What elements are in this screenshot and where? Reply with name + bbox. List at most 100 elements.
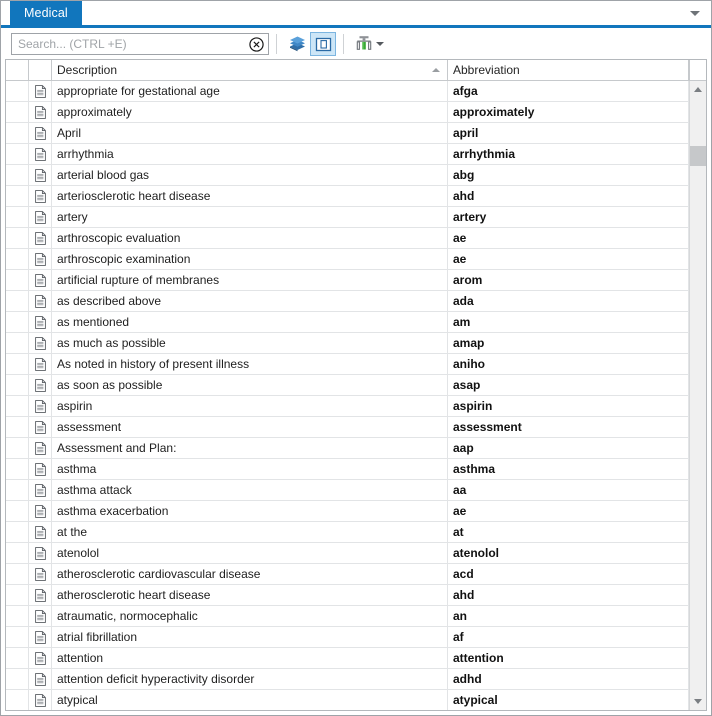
row-abbreviation-cell[interactable]: atypical — [448, 690, 689, 710]
row-select-cell[interactable] — [6, 501, 29, 521]
table-row[interactable]: April april — [6, 123, 689, 144]
row-select-cell[interactable] — [6, 690, 29, 710]
row-abbreviation-cell[interactable]: aniho — [448, 354, 689, 374]
row-abbreviation-cell[interactable]: afga — [448, 81, 689, 101]
table-row[interactable]: at the at — [6, 522, 689, 543]
row-abbreviation-cell[interactable]: abg — [448, 165, 689, 185]
row-abbreviation-cell[interactable]: approximately — [448, 102, 689, 122]
row-description-cell[interactable]: atrial fibrillation — [52, 627, 448, 647]
row-select-cell[interactable] — [6, 480, 29, 500]
row-abbreviation-cell[interactable]: april — [448, 123, 689, 143]
row-select-cell[interactable] — [6, 291, 29, 311]
clear-search-icon[interactable] — [249, 36, 264, 52]
row-select-cell[interactable] — [6, 249, 29, 269]
row-abbreviation-cell[interactable]: adhd — [448, 669, 689, 689]
row-description-cell[interactable]: assessment — [52, 417, 448, 437]
row-description-cell[interactable]: arteriosclerotic heart disease — [52, 186, 448, 206]
table-row[interactable]: appropriate for gestational age afga — [6, 81, 689, 102]
table-row[interactable]: arrhythmia arrhythmia — [6, 144, 689, 165]
row-select-cell[interactable] — [6, 585, 29, 605]
table-row[interactable]: approximately approximately — [6, 102, 689, 123]
row-select-cell[interactable] — [6, 228, 29, 248]
table-row[interactable]: aspirin aspirin — [6, 396, 689, 417]
table-row[interactable]: asthma exacerbation ae — [6, 501, 689, 522]
table-row[interactable]: as soon as possible asap — [6, 375, 689, 396]
row-description-cell[interactable]: asthma attack — [52, 480, 448, 500]
scroll-down-button[interactable] — [690, 693, 706, 710]
table-row[interactable]: atherosclerotic heart disease ahd — [6, 585, 689, 606]
table-row[interactable]: arthroscopic examination ae — [6, 249, 689, 270]
row-description-cell[interactable]: aspirin — [52, 396, 448, 416]
row-description-cell[interactable]: as mentioned — [52, 312, 448, 332]
row-select-cell[interactable] — [6, 396, 29, 416]
row-description-cell[interactable]: atherosclerotic heart disease — [52, 585, 448, 605]
row-description-cell[interactable]: as soon as possible — [52, 375, 448, 395]
row-description-cell[interactable]: artery — [52, 207, 448, 227]
table-row[interactable]: attention deficit hyperactivity disorder… — [6, 669, 689, 690]
row-abbreviation-cell[interactable]: an — [448, 606, 689, 626]
row-select-cell[interactable] — [6, 606, 29, 626]
current-list-button[interactable] — [310, 31, 336, 56]
row-select-cell[interactable] — [6, 627, 29, 647]
row-abbreviation-cell[interactable]: at — [448, 522, 689, 542]
row-description-cell[interactable]: artificial rupture of membranes — [52, 270, 448, 290]
row-abbreviation-cell[interactable]: ahd — [448, 585, 689, 605]
table-row[interactable]: artery artery — [6, 207, 689, 228]
row-description-cell[interactable]: atherosclerotic cardiovascular disease — [52, 564, 448, 584]
scrollbar-thumb[interactable] — [690, 146, 706, 166]
row-select-cell[interactable] — [6, 270, 29, 290]
filter-button[interactable] — [351, 32, 387, 56]
vertical-scrollbar[interactable] — [689, 81, 706, 710]
row-abbreviation-cell[interactable]: asap — [448, 375, 689, 395]
table-row[interactable]: artificial rupture of membranes arom — [6, 270, 689, 291]
row-description-cell[interactable]: asthma exacerbation — [52, 501, 448, 521]
table-row[interactable]: as much as possible amap — [6, 333, 689, 354]
scrollbar-track[interactable] — [690, 98, 706, 693]
table-row[interactable]: atrial fibrillation af — [6, 627, 689, 648]
row-abbreviation-cell[interactable]: ada — [448, 291, 689, 311]
row-select-cell[interactable] — [6, 102, 29, 122]
row-description-cell[interactable]: arrhythmia — [52, 144, 448, 164]
row-abbreviation-cell[interactable]: asthma — [448, 459, 689, 479]
row-description-cell[interactable]: arterial blood gas — [52, 165, 448, 185]
tab-medical[interactable]: Medical — [10, 1, 82, 25]
row-select-cell[interactable] — [6, 354, 29, 374]
row-select-cell[interactable] — [6, 186, 29, 206]
row-description-cell[interactable]: arthroscopic evaluation — [52, 228, 448, 248]
table-row[interactable]: assessment assessment — [6, 417, 689, 438]
header-abbreviation[interactable]: Abbreviation — [448, 60, 689, 80]
row-select-cell[interactable] — [6, 564, 29, 584]
table-row[interactable]: arterial blood gas abg — [6, 165, 689, 186]
row-description-cell[interactable]: at the — [52, 522, 448, 542]
row-abbreviation-cell[interactable]: ae — [448, 249, 689, 269]
row-abbreviation-cell[interactable]: artery — [448, 207, 689, 227]
all-lists-button[interactable] — [284, 32, 310, 56]
header-icon-column[interactable] — [29, 60, 52, 80]
row-abbreviation-cell[interactable]: ae — [448, 228, 689, 248]
row-abbreviation-cell[interactable]: af — [448, 627, 689, 647]
row-select-cell[interactable] — [6, 543, 29, 563]
row-description-cell[interactable]: appropriate for gestational age — [52, 81, 448, 101]
row-description-cell[interactable]: asthma — [52, 459, 448, 479]
row-abbreviation-cell[interactable]: am — [448, 312, 689, 332]
row-description-cell[interactable]: atraumatic, normocephalic — [52, 606, 448, 626]
row-select-cell[interactable] — [6, 207, 29, 227]
table-row[interactable]: atypical atypical — [6, 690, 689, 710]
row-abbreviation-cell[interactable]: arom — [448, 270, 689, 290]
row-description-cell[interactable]: atypical — [52, 690, 448, 710]
row-description-cell[interactable]: Assessment and Plan: — [52, 438, 448, 458]
row-select-cell[interactable] — [6, 312, 29, 332]
row-description-cell[interactable]: attention deficit hyperactivity disorder — [52, 669, 448, 689]
row-abbreviation-cell[interactable]: atenolol — [448, 543, 689, 563]
row-select-cell[interactable] — [6, 459, 29, 479]
table-row[interactable]: as mentioned am — [6, 312, 689, 333]
table-row[interactable]: Assessment and Plan: aap — [6, 438, 689, 459]
table-row[interactable]: As noted in history of present illness an… — [6, 354, 689, 375]
row-abbreviation-cell[interactable]: arrhythmia — [448, 144, 689, 164]
row-select-cell[interactable] — [6, 375, 29, 395]
table-row[interactable]: atherosclerotic cardiovascular disease ac… — [6, 564, 689, 585]
row-abbreviation-cell[interactable]: amap — [448, 333, 689, 353]
table-row[interactable]: arthroscopic evaluation ae — [6, 228, 689, 249]
row-select-cell[interactable] — [6, 123, 29, 143]
tab-overflow-button[interactable] — [684, 1, 706, 25]
